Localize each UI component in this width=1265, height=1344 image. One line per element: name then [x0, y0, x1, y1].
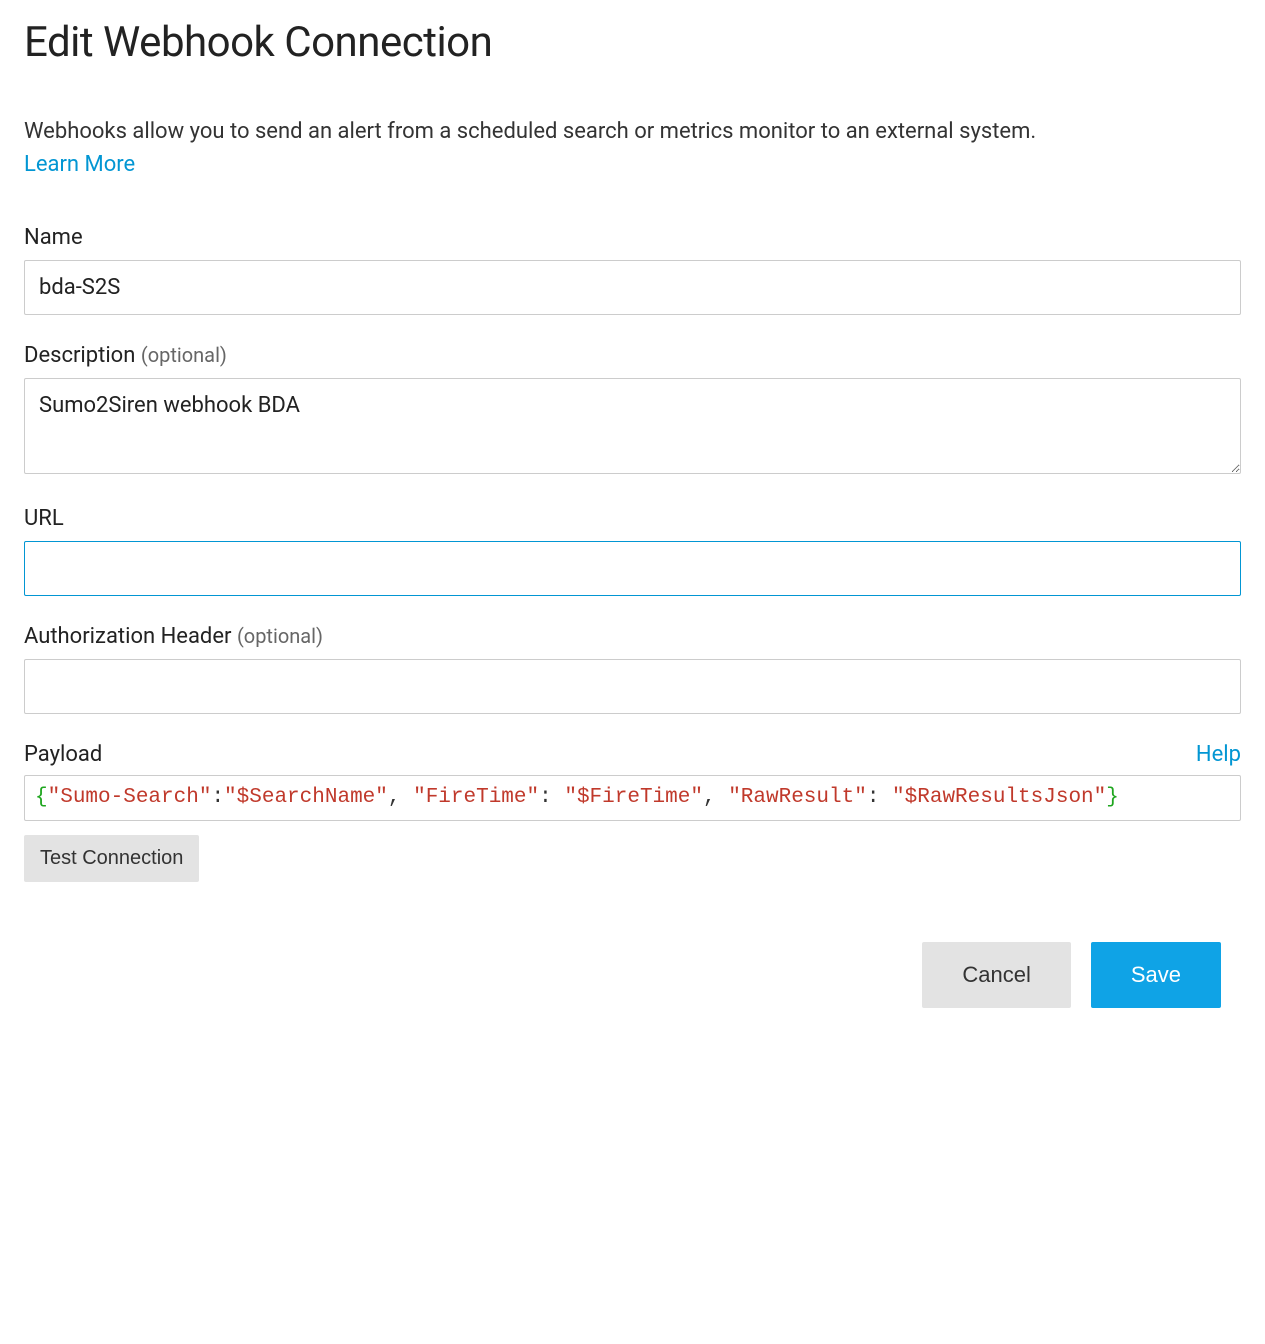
- cancel-button[interactable]: Cancel: [922, 942, 1070, 1008]
- payload-help-link[interactable]: Help: [1196, 742, 1241, 767]
- name-input[interactable]: [24, 260, 1241, 315]
- description-input[interactable]: Sumo2Siren webhook BDA: [24, 378, 1241, 474]
- url-input[interactable]: [24, 541, 1241, 596]
- auth-header-input[interactable]: [24, 659, 1241, 714]
- url-label: URL: [24, 506, 1241, 531]
- description-label: Description (optional): [24, 343, 1241, 368]
- intro-text: Webhooks allow you to send an alert from…: [24, 115, 1241, 148]
- payload-label: Payload: [24, 742, 102, 767]
- auth-header-label: Authorization Header (optional): [24, 624, 1241, 649]
- name-label: Name: [24, 225, 1241, 250]
- page-title: Edit Webhook Connection: [24, 18, 1241, 67]
- test-connection-button[interactable]: Test Connection: [24, 835, 199, 882]
- learn-more-link[interactable]: Learn More: [24, 152, 135, 177]
- save-button[interactable]: Save: [1091, 942, 1221, 1008]
- payload-editor[interactable]: {"Sumo-Search":"$SearchName", "FireTime"…: [24, 775, 1241, 821]
